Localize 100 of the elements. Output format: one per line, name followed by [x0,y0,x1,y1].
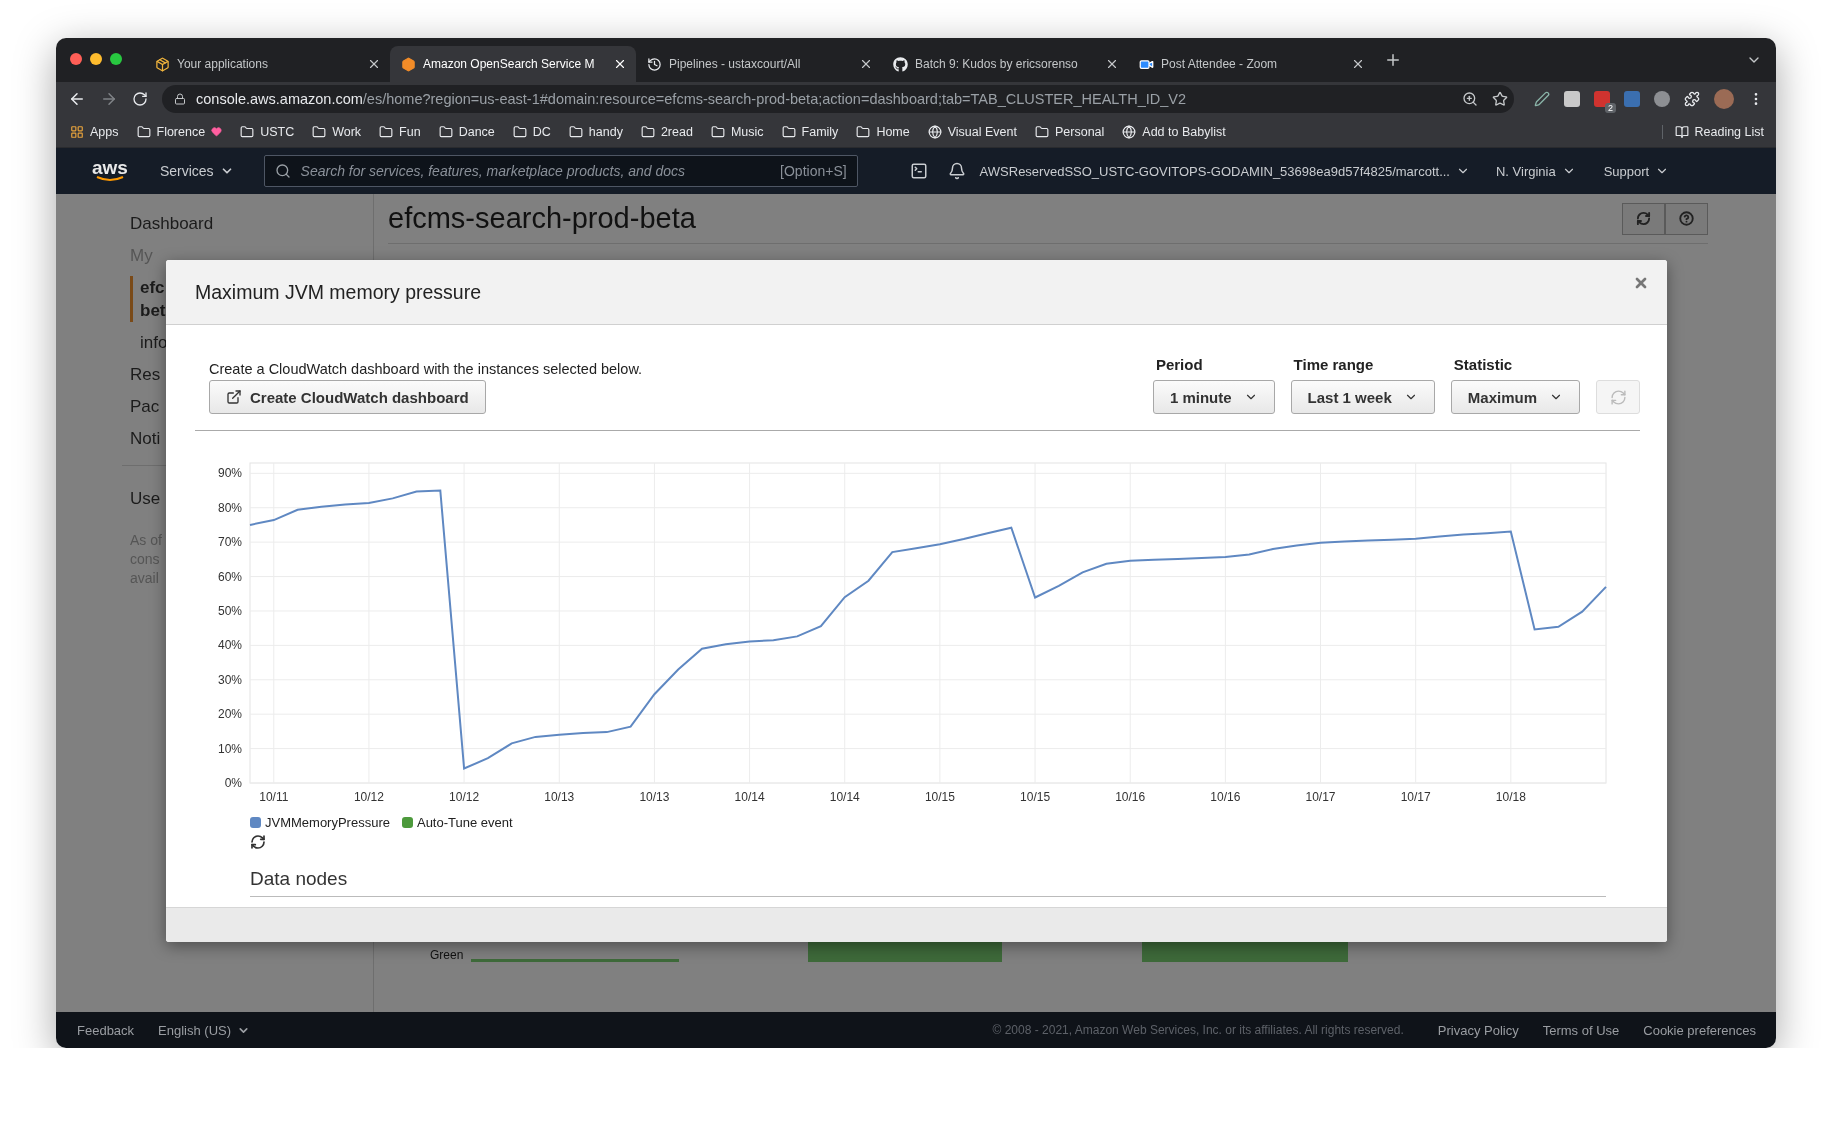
browser-tab[interactable]: Batch 9: Kudos by ericsorenso [882,46,1128,82]
star-icon[interactable] [1492,91,1508,107]
extension-icon[interactable] [1654,91,1670,107]
reading-list-button[interactable]: Reading List [1661,124,1764,139]
sidebar-item[interactable]: Pac [130,395,160,418]
bookmark-item[interactable]: Florence [136,124,223,139]
github-icon [893,56,908,72]
zoom-window-button[interactable] [110,53,122,65]
minimize-window-button[interactable] [90,53,102,65]
selector-label: Time range [1293,356,1375,373]
axis-label: 10/16 [1210,790,1241,804]
sidebar-item[interactable]: Dashboard [130,212,214,235]
sidebar-item[interactable]: Noti [130,427,161,450]
feedback-link[interactable]: Feedback [77,1022,135,1038]
refresh-icon [1609,388,1627,406]
bookmark-item[interactable]: Fun [379,124,421,139]
footer-link[interactable]: Cookie preferences [1643,1022,1756,1038]
bookmark-item[interactable]: Personal [1035,124,1105,139]
folder-icon [512,124,527,139]
terminal-icon[interactable] [909,162,928,180]
back-icon[interactable] [68,90,86,108]
refresh-icon[interactable] [250,834,266,850]
address-bar[interactable]: console.aws.amazon.com/es/home?region=us-east-1#domain:resource=efcms-search-prod-beta;action=dashboard;tab=TAB_CLUSTER_HEALTH_ID_V2 [162,85,1514,113]
sidebar-item[interactable]: Use [130,487,161,510]
zoom-icon[interactable] [1462,91,1478,107]
close-icon[interactable] [1351,57,1365,71]
bookmark-item[interactable]: Home [856,124,910,139]
legend-item[interactable]: Auto-Tune event [401,815,513,830]
legend-item[interactable]: JVMMemoryPressure [250,815,390,830]
dropdown[interactable]: Maximum [1450,380,1580,414]
sidebar-item[interactable]: Res [130,363,161,386]
forward-icon[interactable] [100,90,118,108]
book-icon [1674,124,1689,139]
bookmark-item[interactable]: Family [781,124,839,139]
search-icon [274,163,291,179]
axis-label: 30% [217,672,242,687]
close-button[interactable] [1633,275,1649,291]
create-dashboard-button[interactable]: Create CloudWatch dashboard [209,380,486,414]
bell-icon[interactable] [947,162,966,180]
pen-icon[interactable] [1534,91,1550,107]
dropdown[interactable]: 1 minute [1152,380,1275,414]
folder-icon [379,124,394,139]
close-icon[interactable] [613,57,627,71]
browser-tab[interactable]: Your applications [144,46,390,82]
axis-label: 10/13 [544,790,575,804]
axis-label: 10/15 [1020,790,1051,804]
aws-logo[interactable]: aws [92,160,128,182]
search-field[interactable]: Search for services, features, marketplace products, and docs [Option+S] [263,155,858,187]
avatar[interactable] [1714,89,1734,109]
axis-label: 10/14 [734,790,765,804]
services-menu[interactable]: Services [159,163,234,179]
box-icon [155,56,170,72]
bookmark-item[interactable]: Add to Babylist [1122,124,1226,139]
browser-tab[interactable]: Amazon OpenSearch Service M [390,46,636,82]
grid-icon [70,124,84,139]
close-icon[interactable] [859,57,873,71]
sidebar-item[interactable]: info [140,331,168,354]
browser-tab[interactable]: Post Attendee - Zoom [1128,46,1374,82]
folder-icon [438,124,453,139]
dropdown[interactable]: Last 1 week [1290,380,1435,414]
bookmark-item[interactable]: handy [568,124,623,139]
region-menu[interactable]: N. Virginia [1495,163,1576,179]
axis-label: 60% [217,569,242,584]
bookmark-item[interactable]: USTC [240,124,295,139]
selector-label: Period [1155,356,1204,373]
bookmark-item[interactable]: Music [710,124,764,139]
axis-label: 10% [217,741,242,756]
bookmark-item[interactable]: Dance [438,124,495,139]
refresh-button[interactable] [1622,202,1665,235]
help-button[interactable] [1665,202,1708,235]
footer-link[interactable]: Privacy Policy [1437,1022,1519,1038]
close-window-button[interactable] [70,53,82,65]
globe-icon [927,124,942,139]
browser-tab[interactable]: Pipelines - ustaxcourt/All [636,46,882,82]
bookmark-item[interactable]: DC [512,124,551,139]
bookmark-item[interactable]: 2read [640,124,693,139]
account-menu[interactable]: AWSReservedSSO_USTC-GOVITOPS-GODAMIN_53698ea9d57f4825/marcott... [979,163,1470,179]
bookmark-item[interactable]: Visual Event [927,124,1017,139]
footer-link[interactable]: Terms of Use [1542,1022,1620,1038]
reload-icon[interactable] [132,91,148,107]
axis-label: 10/14 [829,790,860,804]
refresh-icon [1636,211,1651,226]
copyright-text: © 2008 - 2021, Amazon Web Services, Inc. or its affiliates. All rights reserved. [992,1023,1404,1037]
description-text: Create a CloudWatch dashboard with the instances selected below. [209,361,643,377]
section-heading: Data nodes [250,868,1606,897]
language-menu[interactable]: English (US) [158,1022,251,1038]
bookmark-item[interactable]: Apps [70,124,119,139]
folder-icon [312,124,327,139]
close-icon[interactable] [1105,57,1119,71]
support-menu[interactable]: Support [1603,163,1670,179]
extensions-icon[interactable] [1684,91,1700,107]
axis-label: 10/11 [259,790,289,804]
external-link-icon [226,389,242,405]
lock-icon[interactable] [174,93,186,105]
axis-label: 70% [217,535,242,550]
axis-label: 10/13 [639,790,670,804]
globe-icon [1122,124,1137,139]
close-icon[interactable] [367,57,381,71]
bookmark-item[interactable]: Work [312,124,362,139]
new-tab-icon[interactable] [1384,51,1402,69]
